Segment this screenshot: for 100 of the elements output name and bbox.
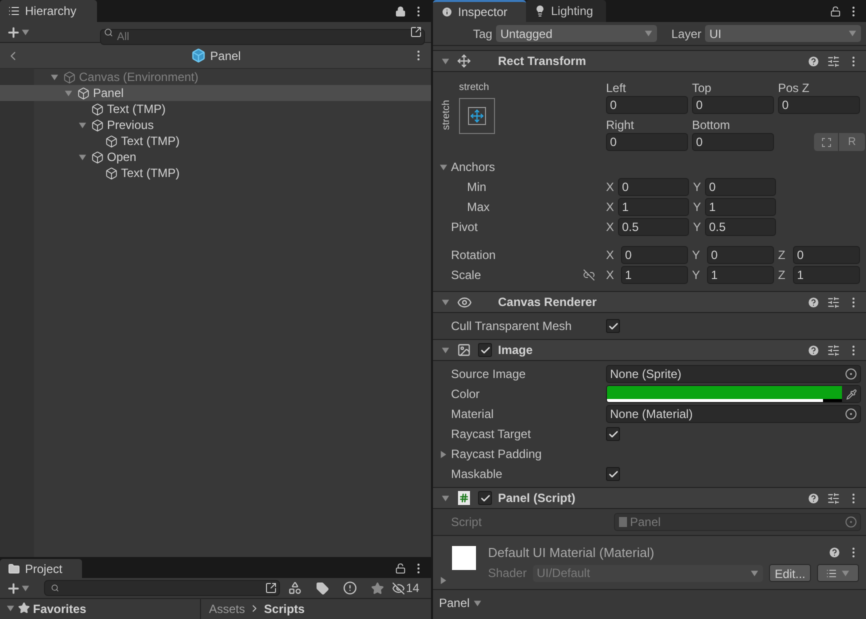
search-field[interactable] [44,580,280,596]
tree-item[interactable]: Text (TMP) [0,165,431,181]
number-field[interactable]: 0 [606,96,688,114]
checkbox[interactable] [478,343,492,357]
number-field[interactable]: 0 [778,96,860,114]
dropdown-arrow-icon[interactable] [472,598,482,608]
property-label: Maskable [451,466,504,483]
popout-icon[interactable] [410,26,422,38]
help-icon[interactable] [807,492,820,504]
panel-tab[interactable]: Lighting [526,0,606,22]
panel-tab[interactable]: Inspector [433,0,526,22]
presets-icon[interactable] [827,344,840,356]
number-field[interactable]: 1 [793,266,860,284]
checkbox[interactable] [606,467,620,481]
checkmark-icon [480,492,490,504]
expand-arrow-icon[interactable] [78,120,87,130]
component-header[interactable]: Panel (Script) [433,487,866,509]
tree-item[interactable]: Open [0,149,431,165]
number-field[interactable]: 1 [618,198,689,216]
color-field[interactable] [606,385,861,403]
number-field[interactable]: 0 [692,133,774,151]
edit-button[interactable]: Edit... [768,564,812,582]
component-header[interactable]: Rect Transform [433,50,866,72]
tree-item[interactable]: Text (TMP) [0,101,431,117]
property-label[interactable]: Raycast Padding [451,445,606,463]
number-field[interactable]: 0 [621,246,688,264]
foldout-arrow-icon[interactable] [441,346,450,354]
plus-icon[interactable] [6,24,21,40]
hidden-packages-button[interactable]: 14 [392,579,420,597]
tag-icon[interactable] [316,582,329,594]
tree-item[interactable]: Panel [0,85,431,101]
number-field[interactable]: 1 [705,198,776,216]
foldout-arrow-icon[interactable] [441,494,450,502]
help-icon[interactable] [828,546,841,559]
number-field[interactable]: 0 [707,246,774,264]
tag-dropdown[interactable]: Untagged [496,25,658,42]
number-field[interactable]: 0.5 [618,218,689,236]
foldout-arrow-icon[interactable] [441,56,450,66]
unlinked-icon[interactable] [583,269,595,281]
breadcrumb-item[interactable]: Scripts [264,600,305,618]
object-field[interactable]: None (Sprite) [606,365,861,383]
folder-icon [8,562,20,574]
checkbox[interactable] [606,427,620,441]
presets-icon[interactable] [827,492,840,504]
expand-arrow-icon[interactable] [78,152,87,162]
number-field[interactable]: 0 [606,133,688,151]
project-tab[interactable]: Project [0,559,82,578]
presets-icon[interactable] [827,296,840,308]
object-picker-icon[interactable] [845,516,857,528]
help-icon[interactable] [807,344,820,356]
presets-icon[interactable] [827,54,840,68]
foldout-arrow-icon[interactable] [439,162,448,172]
anchor-preset-button[interactable] [459,98,495,134]
options-dropdown[interactable] [817,564,860,582]
property-label[interactable]: Anchors [451,158,496,176]
component-header[interactable]: Image [433,339,866,361]
hierarchy-tab[interactable]: Hierarchy [0,0,97,22]
number-field[interactable]: 0 [705,178,776,196]
checkbox[interactable] [478,491,492,505]
object-field[interactable]: None (Material) [606,405,861,423]
foldout-arrow-icon[interactable] [6,604,15,613]
alert-icon[interactable] [343,581,357,595]
dropdown-arrow-icon[interactable] [750,568,759,578]
help-icon[interactable] [807,54,820,68]
number-field[interactable]: 1 [621,266,688,284]
number-field[interactable]: 0 [618,178,689,196]
foldout-arrow-icon[interactable] [439,450,448,458]
preview-dropdown[interactable]: Panel [439,594,482,612]
help-icon[interactable] [807,296,820,308]
foldout-arrow-icon[interactable] [441,298,450,306]
number-field[interactable]: 0 [692,96,774,114]
property-label: Cull Transparent Mesh [451,318,573,335]
search-field[interactable]: All [100,29,425,46]
number-field[interactable]: 1 [707,266,774,284]
checkmark-icon [608,320,618,332]
shapes-icon[interactable] [288,581,302,595]
layer-dropdown[interactable]: UI [705,25,861,42]
axis-label: X [606,247,616,264]
dropdown-arrow-icon[interactable] [21,28,30,36]
star-icon[interactable] [371,582,384,594]
axis-label: X [606,199,616,216]
component-header[interactable]: Canvas Renderer [433,291,866,313]
tree-item[interactable]: Text (TMP) [0,133,431,149]
breadcrumb-item[interactable]: Assets [209,600,246,618]
tree-item[interactable]: Previous [0,117,431,133]
blueprint-mode-button[interactable] [814,133,838,151]
dropdown-arrow-icon[interactable] [21,584,30,592]
cube-icon [91,118,104,132]
lock-icon[interactable] [395,6,406,16]
favorites-label[interactable]: Favorites [33,600,86,618]
component-title: Rect Transform [498,53,586,70]
lock-icon[interactable] [395,563,406,574]
foldout-arrow-icon[interactable] [439,576,448,585]
lock-icon[interactable] [830,6,841,16]
number-field[interactable]: 0.5 [705,218,776,236]
popout-icon[interactable] [265,582,277,594]
number-field[interactable]: 0 [793,246,860,264]
checkbox[interactable] [606,319,620,333]
plus-icon[interactable] [6,580,21,596]
lightbulb-icon [534,5,546,17]
